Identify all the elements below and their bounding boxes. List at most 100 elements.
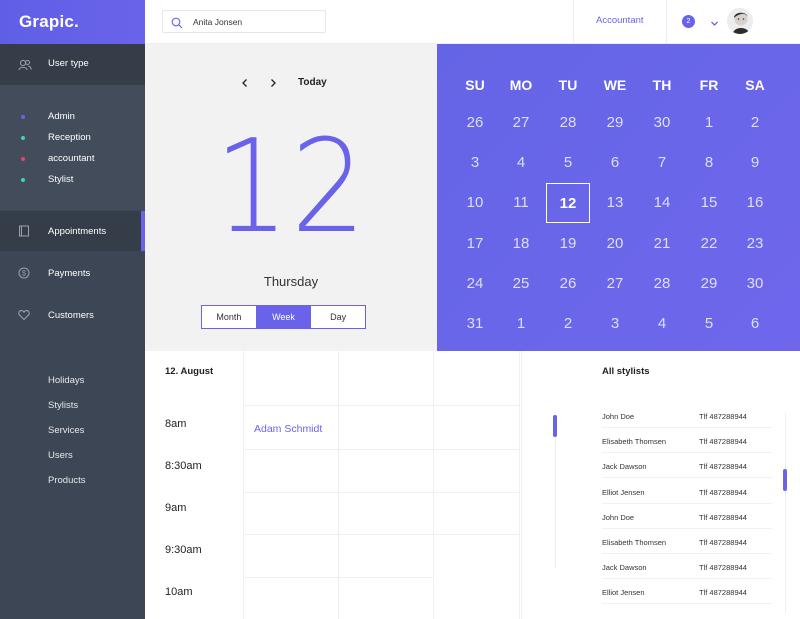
calendar-day[interactable]: 11	[499, 183, 543, 223]
stylist-row[interactable]: Elliot Jensen Tlf 487288944	[602, 480, 772, 504]
calendar-day[interactable]: 4	[640, 304, 684, 344]
stylist-row[interactable]: Elisabeth Thomsen Tlf 487288944	[602, 429, 772, 454]
calendar-day[interactable]: 15	[687, 183, 731, 223]
calendar-day[interactable]: 31	[453, 304, 497, 344]
calendar-day[interactable]: 13	[593, 183, 637, 223]
sidebar-item-stylists[interactable]: Stylists	[48, 400, 78, 411]
weekday-header: TH	[652, 77, 672, 93]
avatar[interactable]	[727, 8, 753, 34]
calendar-day[interactable]: 5	[546, 143, 590, 183]
notification-badge[interactable]: 2	[682, 15, 695, 28]
calendar-day[interactable]: 12	[546, 183, 590, 223]
role-accountant[interactable]: accountant	[0, 152, 145, 168]
calendar-day[interactable]: 6	[593, 143, 637, 183]
weekday-header: WE	[603, 77, 627, 93]
calendar-day[interactable]: 22	[687, 224, 731, 264]
sidebar-item-customers[interactable]: Customers	[0, 295, 145, 335]
book-icon	[18, 224, 30, 242]
calendar-day[interactable]: 27	[593, 264, 637, 304]
calendar-day[interactable]: 26	[453, 103, 497, 143]
role-reception[interactable]: Reception	[0, 131, 145, 147]
calendar-day[interactable]: 5	[687, 304, 731, 344]
calendar-day[interactable]: 20	[593, 224, 637, 264]
sidebar-item-holidays[interactable]: Holidays	[48, 375, 84, 386]
calendar-day[interactable]: 6	[733, 304, 777, 344]
calendar-day[interactable]: 23	[733, 224, 777, 264]
stylist-phone: Tlf 487288944	[699, 512, 747, 522]
user-type-header[interactable]: User type	[0, 44, 145, 85]
calendar-day[interactable]: 28	[640, 264, 684, 304]
calendar-day[interactable]: 21	[640, 224, 684, 264]
stylist-row[interactable]: John Doe Tlf 487288944	[602, 505, 772, 529]
calendar-day[interactable]: 1	[687, 103, 731, 143]
stylist-row[interactable]: Jack Dawson Tlf 487288944	[602, 555, 772, 580]
view-week-button[interactable]: Week	[256, 306, 312, 328]
calendar-day[interactable]: 16	[733, 183, 777, 223]
weekday-header: SA	[745, 77, 765, 93]
sidebar-item-appointments[interactable]: Appointments	[0, 211, 145, 251]
calendar-day[interactable]: 29	[593, 103, 637, 143]
calendar-day[interactable]: 25	[499, 264, 543, 304]
calendar-day[interactable]: 14	[640, 183, 684, 223]
sidebar-item-products[interactable]: Products	[48, 475, 86, 486]
stylist-row[interactable]: Jack Dawson Tlf 487288944	[602, 454, 772, 479]
calendar-day[interactable]: 28	[546, 103, 590, 143]
role-admin[interactable]: Admin	[0, 110, 145, 126]
sidebar-item-payments[interactable]: $ Payments	[0, 253, 145, 293]
stylist-phone: Tlf 487288944	[699, 563, 747, 573]
calendar-day[interactable]: 18	[499, 224, 543, 264]
view-day-button[interactable]: Day	[311, 306, 365, 328]
calendar-day[interactable]: 2	[733, 103, 777, 143]
search-input[interactable]	[193, 15, 318, 29]
stylist-row[interactable]: Elliot Jensen Tlf 487288944	[602, 580, 772, 605]
role-list: Admin Reception accountant Stylist	[0, 85, 145, 210]
calendar-day[interactable]: 30	[733, 264, 777, 304]
sidebar-item-label: Appointments	[48, 226, 107, 237]
calendar-day[interactable]: 24	[453, 264, 497, 304]
role-stylist[interactable]: Stylist	[0, 173, 145, 189]
status-dot	[21, 178, 25, 182]
weekday-header: SU	[465, 77, 485, 93]
calendar-day[interactable]: 9	[733, 143, 777, 183]
stylist-name: Elisabeth Thomsen	[602, 437, 667, 447]
grid-line	[243, 492, 520, 493]
calendar-day[interactable]: 29	[687, 264, 731, 304]
sidebar-item-label: Payments	[48, 268, 91, 279]
scrollbar-thumb[interactable]	[783, 469, 787, 491]
sidebar-item-users[interactable]: Users	[48, 450, 73, 461]
search-box[interactable]	[162, 10, 326, 33]
view-month-button[interactable]: Month	[202, 306, 257, 328]
app-logo[interactable]: Grapic.	[0, 0, 145, 44]
grid-line	[243, 534, 520, 535]
user-type-label: User type	[48, 58, 89, 69]
calendar-day[interactable]: 1	[499, 304, 543, 344]
scrollbar-track[interactable]	[785, 413, 786, 613]
calendar-day[interactable]: 17	[453, 224, 497, 264]
calendar-day[interactable]: 19	[546, 224, 590, 264]
calendar-day[interactable]: 30	[640, 103, 684, 143]
stylist-row[interactable]: John Doe Tlf 487288944	[602, 404, 772, 428]
calendar-day[interactable]: 7	[640, 143, 684, 183]
calendar-day[interactable]: 3	[453, 143, 497, 183]
stylist-row[interactable]: Elisabeth Thomsen Tlf 487288944	[602, 530, 772, 554]
chevron-right-icon[interactable]	[268, 76, 278, 94]
calendar-day[interactable]: 3	[593, 304, 637, 344]
time-slot-label: 8am	[165, 418, 187, 430]
role-label: Stylist	[48, 174, 74, 185]
calendar-day[interactable]: 26	[546, 264, 590, 304]
calendar-day[interactable]: 10	[453, 183, 497, 223]
role-switcher[interactable]: Accountant	[596, 15, 644, 26]
search-icon[interactable]	[171, 16, 183, 34]
time-slot-label: 9am	[165, 502, 187, 514]
sidebar-item-services[interactable]: Services	[48, 425, 84, 436]
calendar-day[interactable]: 4	[499, 143, 543, 183]
today-button[interactable]: Today	[298, 77, 327, 88]
scrollbar-thumb[interactable]	[553, 415, 557, 437]
chevron-down-icon[interactable]	[710, 15, 719, 33]
schedule-date: 12. August	[165, 366, 214, 377]
chevron-left-icon[interactable]	[240, 76, 250, 94]
appointment-item[interactable]: Adam Schmidt	[254, 423, 322, 435]
calendar-day[interactable]: 27	[499, 103, 543, 143]
calendar-day[interactable]: 8	[687, 143, 731, 183]
calendar-day[interactable]: 2	[546, 304, 590, 344]
